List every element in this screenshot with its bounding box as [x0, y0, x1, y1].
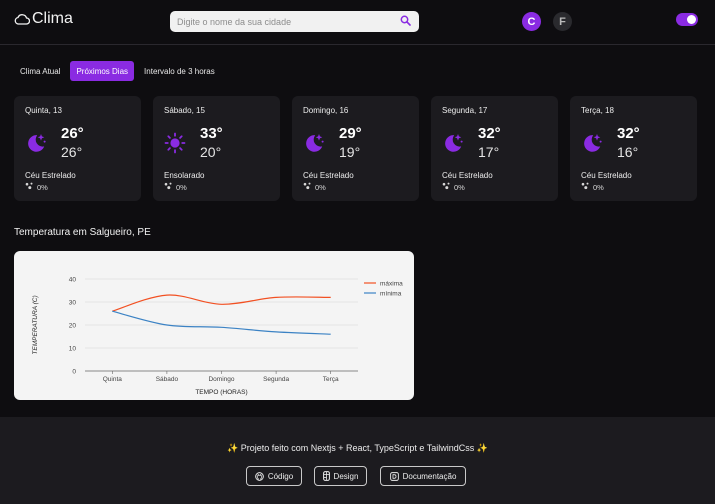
search-bar [170, 11, 419, 32]
card-rain: 0% [581, 182, 604, 192]
rain-drops-icon [164, 182, 173, 192]
code-button[interactable]: Código [246, 466, 302, 486]
forecast-card: Terça, 18 32° 16° Céu Estrelado 0% [570, 96, 697, 201]
x-tick-label: Quinta [103, 376, 123, 383]
series-line-0 [112, 294, 331, 312]
card-rain-value: 0% [176, 182, 187, 192]
card-rain: 0% [442, 182, 465, 192]
y-tick-label: 20 [69, 323, 77, 330]
app-logo[interactable]: Clima [14, 10, 73, 28]
card-rain-value: 0% [315, 182, 326, 192]
card-max-temp: 29° [339, 125, 362, 142]
documentation-button-label: Documentação [402, 471, 457, 481]
design-button[interactable]: Design [314, 466, 367, 486]
tab-clima-atual[interactable]: Clima Atual [14, 61, 66, 81]
card-day: Segunda, 17 [442, 106, 488, 115]
series-line-1 [112, 310, 331, 335]
y-tick-label: 0 [72, 369, 76, 376]
forecast-tabs: Clima Atual Próximos Dias Intervalo de 3… [14, 61, 221, 81]
forecast-card: Sábado, 15 33° 20° Ensolarado 0% [153, 96, 280, 201]
y-tick-label: 10 [69, 346, 77, 353]
legend-label-1: mínima [380, 291, 402, 298]
x-tick-label: Sábado [156, 376, 179, 383]
forecast-card: Segunda, 17 32° 17° Céu Estrelado 0% [431, 96, 558, 201]
card-rain-value: 0% [593, 182, 604, 192]
project-credit: ✨ Projeto feito com Nextjs + React, Type… [227, 443, 488, 453]
x-tick-label: Terça [323, 376, 339, 383]
tab-proximos-dias[interactable]: Próximos Dias [70, 61, 135, 81]
code-button-label: Código [267, 471, 294, 481]
card-day: Terça, 18 [581, 106, 614, 115]
moon-stars-icon [303, 132, 325, 159]
card-max-temp: 32° [478, 125, 501, 142]
temperature-chart: 0 10 20 30 40 Quinta Sábado Domingo Segunda Terça… [14, 251, 414, 400]
chart-title: Temperatura em Salgueiro, PE [14, 227, 151, 238]
card-min-temp: 20° [200, 144, 222, 160]
x-axis-label: TEMPO (HORAS) [195, 389, 247, 396]
card-rain: 0% [25, 182, 48, 192]
card-condition: Céu Estrelado [581, 171, 632, 180]
rain-drops-icon [303, 182, 312, 192]
card-max-temp: 33° [200, 125, 223, 142]
search-icon[interactable] [400, 15, 411, 26]
rain-drops-icon [25, 182, 34, 192]
card-min-temp: 16° [617, 144, 639, 160]
rain-drops-icon [581, 182, 590, 192]
temperature-chart-svg: 0 10 20 30 40 Quinta Sábado Domingo Segunda Terça… [32, 277, 403, 397]
card-condition: Céu Estrelado [303, 171, 354, 180]
header: Clima C F [0, 0, 715, 45]
footer: ✨ Projeto feito com Nextjs + React, Type… [0, 417, 715, 504]
card-min-temp: 26° [61, 144, 83, 160]
card-rain: 0% [303, 182, 326, 192]
card-condition: Ensolarado [164, 171, 205, 180]
legend-label-0: máxima [380, 281, 403, 288]
card-day: Domingo, 16 [303, 106, 349, 115]
toggle-knob [687, 15, 696, 24]
x-tick-label: Domingo [208, 376, 234, 383]
card-rain: 0% [164, 182, 187, 192]
moon-stars-icon [581, 132, 603, 159]
card-max-temp: 26° [61, 125, 84, 142]
card-rain-value: 0% [37, 182, 48, 192]
celsius-button[interactable]: C [522, 12, 541, 31]
theme-toggle[interactable] [676, 13, 698, 26]
app-name: Clima [32, 10, 73, 27]
y-axis-label: TEMPERATURA (C) [32, 295, 39, 354]
rain-drops-icon [442, 182, 451, 192]
search-input[interactable] [177, 11, 397, 32]
y-tick-label: 40 [69, 277, 77, 284]
sun-icon [164, 132, 186, 159]
card-max-temp: 32° [617, 125, 640, 142]
github-icon [254, 471, 264, 481]
forecast-card: Domingo, 16 29° 19° Céu Estrelado 0% [292, 96, 419, 201]
x-tick-label: Segunda [263, 376, 289, 383]
card-condition: Céu Estrelado [442, 171, 493, 180]
documentation-button[interactable]: Documentação [380, 466, 466, 486]
moon-stars-icon [25, 132, 47, 159]
forecast-cards: Quinta, 13 26° 26° Céu Estrelado 0% Sábado, 1… [14, 96, 698, 201]
design-button-label: Design [333, 471, 359, 481]
card-min-temp: 19° [339, 144, 361, 160]
card-rain-value: 0% [454, 182, 465, 192]
figma-icon [322, 471, 330, 481]
forecast-card: Quinta, 13 26° 26° Céu Estrelado 0% [14, 96, 141, 201]
fahrenheit-button[interactable]: F [553, 12, 572, 31]
card-day: Sábado, 15 [164, 106, 205, 115]
card-condition: Céu Estrelado [25, 171, 76, 180]
card-day: Quinta, 13 [25, 106, 62, 115]
y-tick-label: 30 [69, 300, 77, 307]
cloud-icon [14, 14, 30, 25]
doc-icon [389, 471, 399, 481]
card-min-temp: 17° [478, 144, 500, 160]
moon-stars-icon [442, 132, 464, 159]
tab-intervalo-3-horas[interactable]: Intervalo de 3 horas [138, 61, 221, 81]
